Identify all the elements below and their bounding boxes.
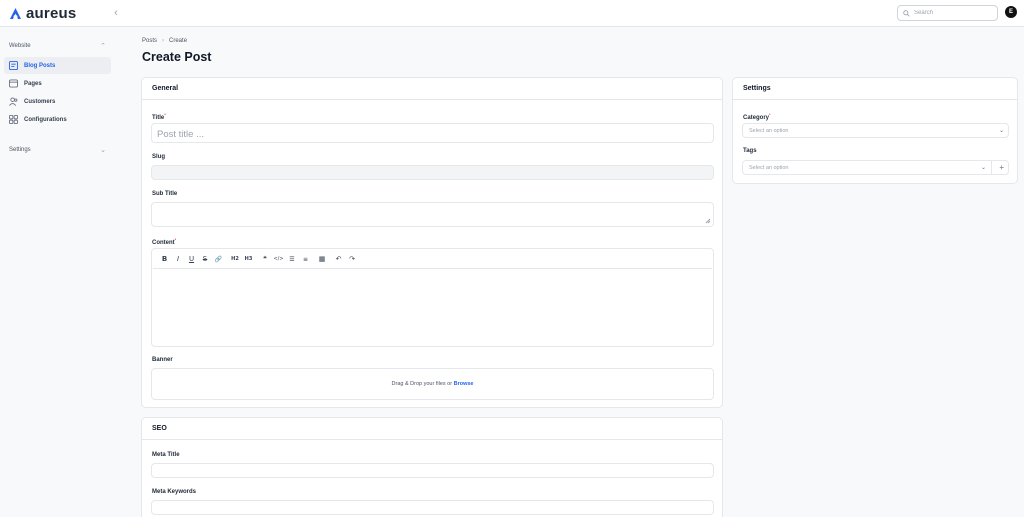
category-label: Category* (743, 112, 771, 121)
bold-icon[interactable]: B (159, 254, 170, 265)
chevron-down-icon: ⌄ (100, 147, 106, 154)
redo-icon[interactable]: ↷ (347, 254, 358, 265)
undo-icon[interactable]: ↶ (333, 254, 344, 265)
collapse-sidebar-icon[interactable]: ‹ (110, 7, 122, 19)
heading-3-icon[interactable]: H3 (243, 254, 254, 265)
chevron-down-icon: ⌄ (980, 165, 986, 171)
sidebar-group-label: Settings (9, 147, 31, 153)
users-icon (9, 97, 18, 106)
sidebar-item-configurations[interactable]: Configurations (4, 111, 111, 128)
breadcrumb-posts[interactable]: Posts (142, 38, 157, 44)
numbered-list-icon[interactable]: ≡ (300, 254, 311, 265)
content-label: Content* (152, 237, 177, 246)
sidebar-item-label: Configurations (24, 116, 67, 123)
link-icon[interactable]: 🔗 (213, 254, 224, 265)
breadcrumb-separator: › (162, 38, 165, 44)
meta-title-field[interactable] (151, 463, 714, 478)
breadcrumb: Posts › Create (142, 38, 187, 44)
tags-label: Tags (743, 148, 757, 154)
logo[interactable]: aureus (9, 5, 76, 22)
banner-dropzone[interactable]: Drag & Drop your files or Browse (151, 368, 714, 400)
config-icon (9, 115, 18, 124)
logo-icon (10, 7, 21, 19)
search-input[interactable] (914, 10, 994, 16)
blockquote-icon[interactable]: ❝ (260, 254, 271, 265)
search-box[interactable] (897, 5, 998, 21)
sidebar-group-website[interactable]: Website ⌃ (0, 38, 115, 54)
settings-card: Settings Category* Select an option ⌄ Ta… (732, 77, 1018, 184)
dropzone-text: Drag & Drop your files or Browse (391, 381, 474, 387)
divider (991, 161, 992, 174)
settings-heading: Settings (733, 78, 1017, 100)
heading-2-icon[interactable]: H2 (230, 254, 241, 265)
sidebar-item-label: Customers (24, 98, 56, 105)
tags-placeholder: Select an option (749, 165, 789, 171)
resize-handle-icon[interactable] (705, 218, 711, 224)
category-placeholder: Select an option (749, 128, 789, 134)
meta-keywords-field[interactable] (151, 500, 714, 515)
seo-heading: SEO (142, 418, 722, 440)
top-bar: aureus ‹ E (0, 0, 1024, 27)
strikethrough-icon[interactable]: S (200, 254, 211, 265)
meta-keywords-label: Meta Keywords (152, 489, 197, 495)
seo-card: SEO Meta Title Meta Keywords (141, 417, 723, 517)
page-title: Create Post (142, 50, 212, 64)
chevron-up-icon: ⌃ (100, 43, 106, 50)
add-tag-button[interactable]: + (999, 161, 1004, 174)
subtitle-textarea[interactable] (151, 202, 714, 227)
italic-icon[interactable]: I (173, 254, 184, 265)
general-card: General Title* Slug Sub Title Content* B… (141, 77, 723, 408)
subtitle-label: Sub Title (152, 191, 178, 197)
sidebar-item-label: Pages (24, 80, 42, 87)
underline-icon[interactable]: U (186, 254, 197, 265)
slug-field[interactable] (151, 165, 714, 180)
pages-icon (9, 79, 18, 88)
tags-select[interactable]: Select an option ⌄ + (742, 160, 1009, 175)
bullet-list-icon[interactable]: ☰ (287, 254, 298, 265)
breadcrumb-current: Create (169, 38, 188, 44)
slug-label: Slug (152, 154, 165, 160)
blog-icon (9, 61, 18, 70)
avatar[interactable]: E (1005, 6, 1017, 18)
general-heading: General (142, 78, 722, 100)
category-select[interactable]: Select an option ⌄ (742, 123, 1009, 138)
sidebar-group-label: Website (9, 43, 31, 49)
banner-label: Banner (152, 357, 173, 363)
sidebar-item-customers[interactable]: Customers (4, 93, 111, 110)
meta-title-label: Meta Title (152, 452, 180, 458)
sidebar-item-blog-posts[interactable]: Blog Posts (4, 57, 111, 74)
title-field[interactable] (151, 123, 714, 144)
title-input[interactable] (152, 125, 713, 144)
sidebar: Website ⌃ Blog Posts Pages Customers Con… (0, 27, 115, 510)
app-name: aureus (26, 5, 77, 22)
table-icon[interactable]: ▦ (317, 254, 328, 265)
content-editor[interactable]: B I U S 🔗 H2 H3 ❝ </> ☰ ≡ ▦ ↶ ↷ (151, 248, 714, 347)
sidebar-item-pages[interactable]: Pages (4, 75, 111, 92)
editor-toolbar: B I U S 🔗 H2 H3 ❝ </> ☰ ≡ ▦ ↶ ↷ (153, 250, 712, 269)
browse-link[interactable]: Browse (454, 381, 474, 387)
code-icon[interactable]: </> (273, 254, 284, 265)
title-label: Title* (152, 112, 166, 121)
chevron-down-icon: ⌄ (998, 128, 1004, 134)
sidebar-item-label: Blog Posts (24, 62, 56, 69)
search-icon (903, 9, 910, 17)
sidebar-group-settings[interactable]: Settings ⌄ (0, 142, 115, 158)
